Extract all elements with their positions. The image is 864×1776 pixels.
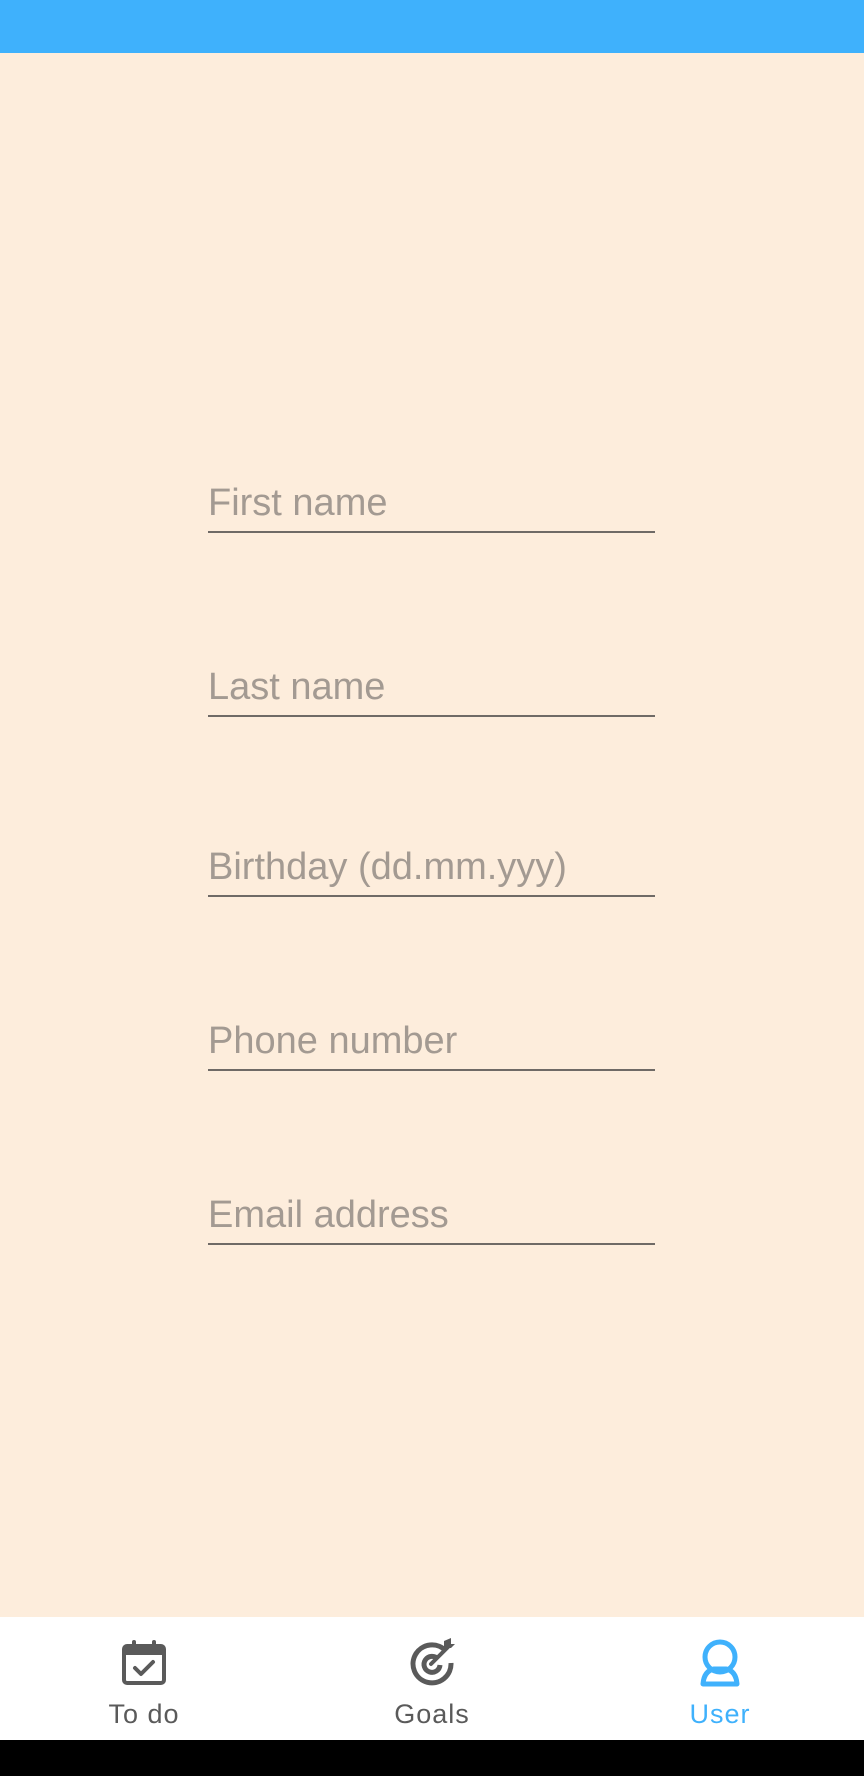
calendar-check-icon [122,1640,166,1685]
user-profile-form [0,53,864,1617]
system-navigation-bar [0,1740,864,1776]
bottom-navigation: To do Goals User [0,1617,864,1740]
nav-item-goals[interactable]: Goals [288,1617,576,1740]
birthday-field [208,837,655,897]
nav-label-goals: Goals [394,1699,470,1729]
user-icon [700,1639,740,1687]
email-field [208,1185,655,1245]
nav-label-user: User [689,1699,751,1729]
last-name-field [208,657,655,717]
nav-label-todo: To do [108,1699,180,1729]
status-bar [0,0,864,53]
phone-field [208,1011,655,1071]
target-icon [410,1638,455,1686]
nav-item-todo[interactable]: To do [0,1617,288,1740]
email-input[interactable] [208,1194,655,1237]
birthday-input[interactable] [208,846,655,889]
phone-input[interactable] [208,1020,655,1063]
nav-item-user[interactable]: User [576,1617,864,1740]
last-name-input[interactable] [208,666,655,709]
first-name-field [208,473,655,533]
first-name-input[interactable] [208,482,655,525]
